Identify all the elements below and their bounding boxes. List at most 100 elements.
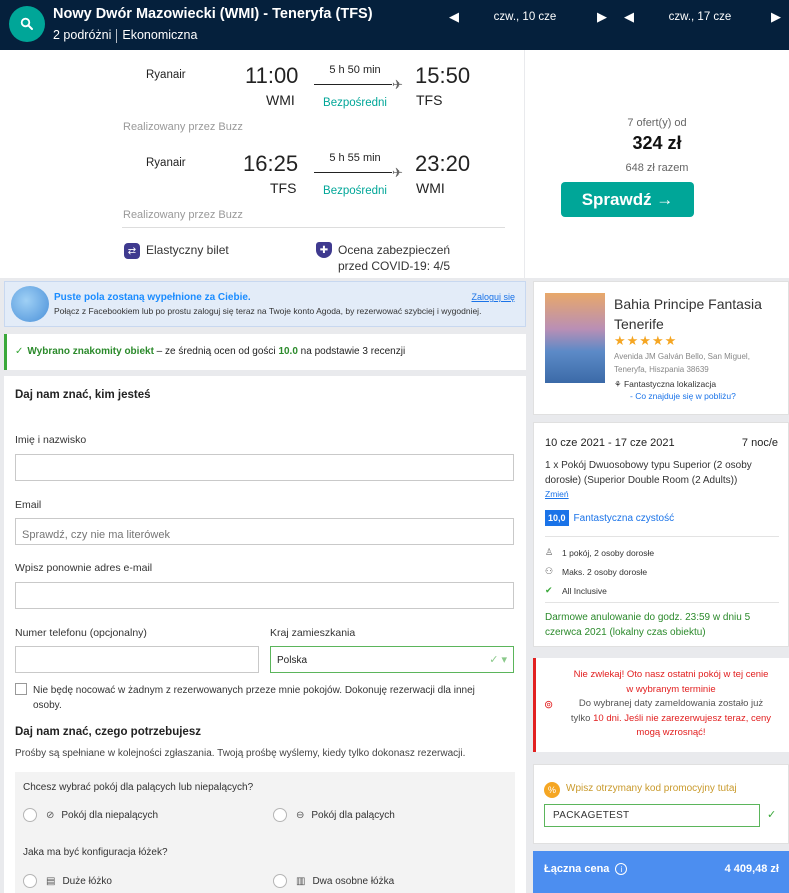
urgency-line4a: tylko bbox=[570, 712, 594, 724]
offers-count: 7 ofert(y) od bbox=[627, 117, 687, 129]
price-total: 648 zł razem bbox=[625, 162, 689, 174]
divider bbox=[116, 29, 118, 43]
depart-date[interactable]: czw., 10 cze bbox=[485, 11, 565, 23]
plane-icon: ✈ bbox=[392, 77, 403, 92]
return-date[interactable]: czw., 17 cze bbox=[660, 11, 740, 23]
double-bed-icon: ▤ bbox=[46, 875, 56, 887]
banner-text: Połącz z Facebookiem lub po prostu zalog… bbox=[54, 306, 482, 316]
change-room-link[interactable]: Zmień bbox=[545, 489, 569, 499]
country-value: Polska bbox=[277, 655, 308, 666]
urgency-text: Nie zwlekaj! Oto nasz ostatni pokój w te… bbox=[558, 668, 784, 741]
cabin-class[interactable]: Ekonomiczna bbox=[122, 28, 197, 43]
good-choice-middle: – ze średnią ocen od gości bbox=[153, 346, 279, 357]
urgency-line1: Nie zwlekaj! Oto nasz ostatni pokój w te… bbox=[573, 669, 769, 680]
smoking-radio[interactable] bbox=[273, 808, 287, 822]
covid-rating-line2: przed COVID-19: 4/5 bbox=[338, 259, 451, 273]
special-requests-panel: Chcesz wybrać pokój dla palących lub nie… bbox=[15, 772, 515, 893]
promo-code-input[interactable]: PACKAGETEST bbox=[544, 804, 760, 827]
email-confirm-input[interactable] bbox=[15, 582, 514, 609]
double-bed-radio[interactable] bbox=[23, 874, 37, 888]
promo-code-box: % Wpisz otrzymany kod promocyjny tutaj P… bbox=[533, 764, 789, 844]
promo-label[interactable]: Wpisz otrzymany kod promocyjny tutaj bbox=[566, 783, 737, 794]
non-smoking-radio[interactable] bbox=[23, 808, 37, 822]
flexible-ticket-label: Elastyczny bilet bbox=[146, 243, 229, 257]
outbound-arr-code: TFS bbox=[416, 92, 443, 108]
person-icon: ♙ bbox=[545, 547, 554, 557]
cleanliness-rating: 10,0 Fantastyczna czystość bbox=[545, 510, 674, 526]
flexible-ticket: ⇄ Elastyczny bilet bbox=[124, 243, 229, 259]
whats-nearby-link[interactable]: - Co znajduje się w pobliżu? bbox=[630, 391, 736, 401]
return-operator: Realizowany przez Buzz bbox=[123, 209, 243, 221]
country-select[interactable]: Polska ✓ ▾ bbox=[270, 646, 514, 673]
alarm-icon: ⊚ bbox=[544, 699, 554, 711]
outbound-arr-time: 15:50 bbox=[415, 63, 471, 88]
urgency-line3: Do wybranej daty zameldowania zostało ju… bbox=[578, 698, 764, 709]
return-dep-code: TFS bbox=[270, 180, 297, 196]
double-bed-option[interactable]: ▤ Duże łóżko bbox=[23, 874, 112, 888]
twin-beds-radio[interactable] bbox=[273, 874, 287, 888]
double-bed-label: Duże łóżko bbox=[62, 875, 112, 887]
needs-note: Prośby są spełniane w kolejności zgłasza… bbox=[15, 748, 466, 759]
not-staying-checkbox[interactable] bbox=[15, 683, 27, 695]
deal-panel: 7 ofert(y) od 324 zł 648 zł razem Sprawd… bbox=[525, 50, 789, 278]
free-cancellation: Darmowe anulowanie do godz. 23:59 w dniu… bbox=[545, 612, 751, 638]
full-name-input[interactable] bbox=[15, 454, 514, 481]
email-label: Email bbox=[15, 499, 42, 511]
route-title[interactable]: Nowy Dwór Mazowiecki (WMI) - Teneryfa (T… bbox=[53, 6, 373, 22]
location-badge: ⚘ Fantastyczna lokalizacja bbox=[614, 379, 716, 390]
star-rating: ★★★★★ bbox=[614, 333, 678, 348]
check-icon: ✓ bbox=[15, 346, 24, 357]
hotel-photo[interactable] bbox=[545, 293, 605, 383]
check-deal-button[interactable]: Sprawdź → bbox=[561, 182, 694, 217]
stay-dates: 10 cze 2021 - 17 cze 2021 bbox=[545, 437, 675, 449]
non-smoking-label: Pokój dla niepalących bbox=[61, 809, 159, 821]
search-button[interactable] bbox=[9, 6, 45, 42]
smoking-icon: ⊖ bbox=[296, 809, 305, 821]
phone-label: Numer telefonu (opcjonalny) bbox=[15, 627, 147, 639]
search-summary: 2 podróżni Ekonomiczna bbox=[53, 28, 197, 43]
max-occupancy: ⚇ Maks. 2 osoby dorosłe bbox=[545, 566, 647, 577]
login-link[interactable]: Zaloguj się bbox=[471, 292, 515, 302]
non-smoking-option[interactable]: ⊘ Pokój dla niepalących bbox=[23, 808, 158, 822]
people-icon: ⚇ bbox=[545, 566, 554, 576]
flight-itinerary[interactable]: Ryanair 11:00 WMI 5 h 50 min ✈ Bezpośred… bbox=[0, 50, 524, 278]
urgency-line2: w wybranym terminie bbox=[626, 683, 716, 695]
travellers-count[interactable]: 2 podróżni bbox=[53, 28, 111, 43]
return-prev-day-icon[interactable]: ◀ bbox=[624, 9, 634, 25]
return-route-line bbox=[314, 172, 392, 173]
twin-beds-option[interactable]: ▥ Dwa osobne łóżka bbox=[273, 874, 394, 888]
smoking-question: Chcesz wybrać pokój dla palących lub nie… bbox=[23, 782, 254, 793]
urgency-line5: mogą wzrosnąć! bbox=[636, 727, 706, 738]
good-choice-tail: na podstawie 3 recenzji bbox=[297, 346, 406, 357]
divider bbox=[545, 602, 779, 603]
good-choice-lead: Wybrano znakomity obiekt bbox=[27, 346, 154, 357]
smoking-option[interactable]: ⊖ Pokój dla palących bbox=[273, 808, 395, 822]
phone-input[interactable] bbox=[15, 646, 259, 673]
stay-nights: 7 noc/e bbox=[741, 437, 778, 449]
check-icon: ✓ bbox=[767, 809, 777, 821]
return-next-day-icon[interactable]: ▶ bbox=[771, 9, 781, 25]
outbound-stops: Bezpośredni bbox=[323, 97, 387, 109]
return-arr-code: WMI bbox=[416, 180, 445, 196]
award-icon: ⚘ bbox=[614, 379, 624, 389]
occupancy-label: 1 pokój, 2 osoby dorosłe bbox=[562, 547, 655, 558]
country-label: Kraj zamieszkania bbox=[270, 627, 356, 639]
board-type-label: All Inclusive bbox=[562, 585, 607, 596]
outbound-dep-code: WMI bbox=[266, 92, 295, 108]
hotel-name-line2: Tenerife bbox=[614, 316, 664, 332]
hotel-address: Avenida JM Galván Bello, San Miguel, Ten… bbox=[614, 352, 750, 374]
location-badge-label: Fantastyczna lokalizacja bbox=[623, 379, 717, 389]
no-smoking-icon: ⊘ bbox=[46, 809, 55, 821]
urgency-banner: ⊚ Nie zwlekaj! Oto nasz ostatni pokój w … bbox=[533, 658, 789, 752]
depart-prev-day-icon[interactable]: ◀ bbox=[449, 9, 459, 25]
return-airline: Ryanair bbox=[146, 157, 186, 169]
total-price-bar: Łączna cena i 4 409,48 zł bbox=[533, 851, 789, 893]
max-occupancy-label: Maks. 2 osoby dorosłe bbox=[562, 566, 648, 577]
info-icon[interactable]: i bbox=[615, 863, 628, 875]
email-input[interactable] bbox=[15, 518, 514, 545]
search-icon bbox=[20, 17, 33, 30]
return-stops: Bezpośredni bbox=[323, 185, 387, 197]
occupancy: ♙ 1 pokój, 2 osoby dorosłe bbox=[545, 547, 654, 558]
depart-next-day-icon[interactable]: ▶ bbox=[597, 9, 607, 25]
room-description: 1 x Pokój Dwuosobowy typu Superior (2 os… bbox=[545, 460, 752, 486]
